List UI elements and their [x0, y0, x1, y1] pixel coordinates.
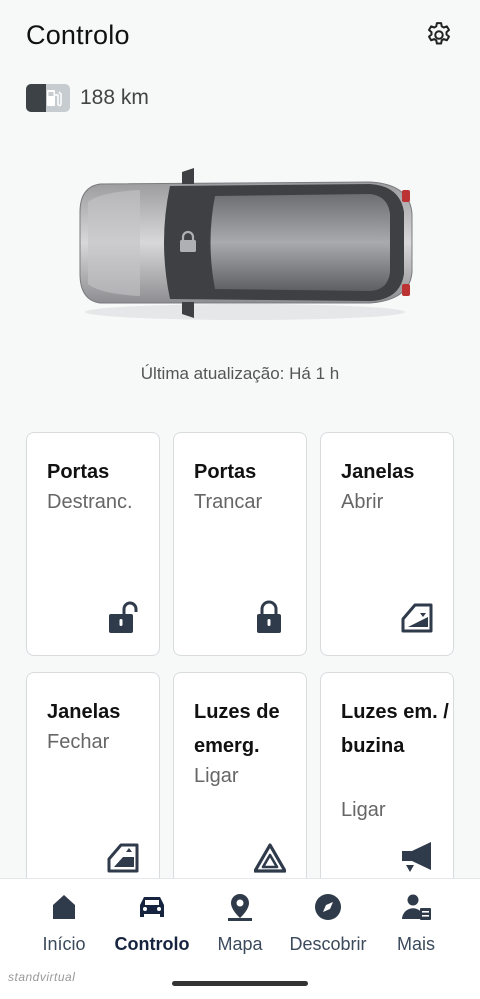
nav-item-home[interactable]: Início: [16, 879, 112, 979]
nav-label: Mapa: [217, 934, 263, 954]
watermark-logo: standvirtual: [8, 970, 76, 984]
card-windows-open[interactable]: Janelas Abrir: [320, 432, 454, 656]
fuel-gauge: [26, 84, 70, 112]
fuel-pump-icon: [47, 90, 62, 107]
card-title: Portas: [47, 461, 110, 483]
home-icon: [53, 895, 75, 919]
range-value: 188 km: [80, 86, 149, 109]
gear-icon[interactable]: [424, 20, 454, 50]
car-icon: [140, 897, 164, 917]
window-close-icon: [107, 839, 139, 875]
card-windows-close[interactable]: Janelas Fechar: [26, 672, 160, 902]
nav-label: Mais: [396, 934, 435, 954]
header: Controlo: [0, 0, 480, 76]
nav-label: Controlo: [114, 934, 190, 954]
card-title: Janelas: [341, 461, 415, 483]
card-hazard-lights[interactable]: Luzes de emerg. Ligar: [173, 672, 307, 902]
card-title: Luzes em. / buzina: [341, 701, 449, 757]
lock-icon: [254, 599, 286, 635]
card-title: Janelas: [47, 701, 121, 723]
compass-icon: [315, 894, 341, 920]
unlock-icon: [107, 599, 139, 635]
fuel-level-fill: [26, 84, 46, 112]
nav-label: Descobrir: [289, 934, 367, 954]
card-doors-unlock[interactable]: Portas Destranc.: [26, 432, 160, 656]
card-action: Abrir: [341, 491, 384, 513]
nav-item-map[interactable]: Mapa: [192, 879, 288, 979]
home-indicator[interactable]: [172, 981, 308, 986]
window-open-icon: [401, 599, 433, 635]
card-action: Trancar: [194, 491, 263, 513]
card-action: Ligar: [341, 799, 386, 821]
card-action: Fechar: [47, 731, 110, 753]
nav-item-discover[interactable]: Descobrir: [280, 879, 376, 979]
nav-item-control[interactable]: Controlo: [104, 879, 200, 979]
fuel-range: 188 km: [26, 82, 149, 114]
map-pin-icon: [228, 894, 252, 921]
hazard-icon: [253, 839, 287, 875]
card-title: Luzes de emerg.: [194, 701, 280, 757]
card-action: Ligar: [194, 765, 239, 787]
card-title: Portas: [194, 461, 257, 483]
page-title: Controlo: [26, 20, 130, 50]
card-action: Destranc.: [47, 491, 133, 513]
last-update-text: Última atualização: Há 1 h: [140, 364, 340, 383]
nav-item-more[interactable]: Mais: [368, 879, 464, 979]
nav-label: Início: [42, 934, 86, 954]
person-more-icon: [402, 894, 431, 920]
card-doors-lock[interactable]: Portas Trancar: [173, 432, 307, 656]
horn-icon: [401, 839, 433, 875]
vehicle-image: [70, 162, 420, 324]
card-lights-horn[interactable]: Luzes em. / buzina Ligar: [320, 672, 454, 902]
